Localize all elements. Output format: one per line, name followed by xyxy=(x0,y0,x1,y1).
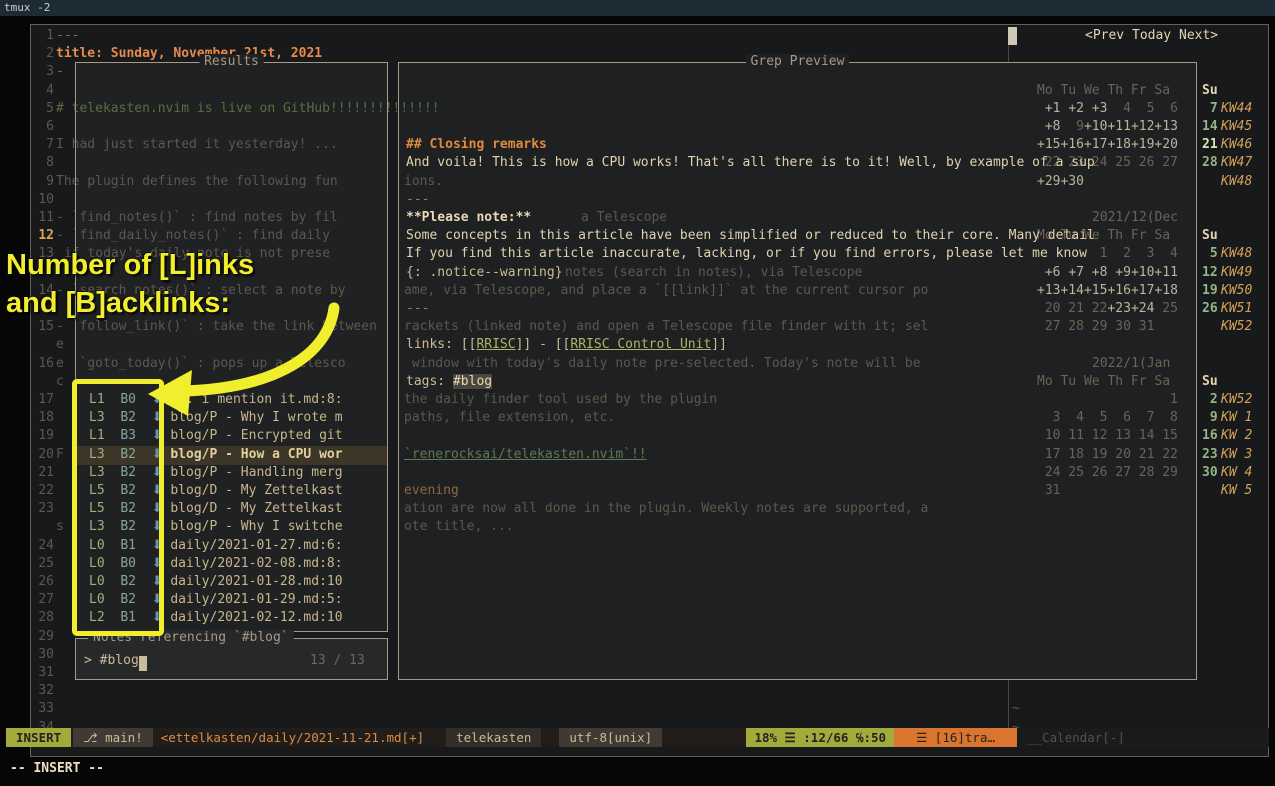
preview-line: {: .notice--warning} xyxy=(406,264,563,283)
preview-line: And voila! This is how a CPU works! That… xyxy=(406,154,1095,173)
file-encoding: utf-8[unix] xyxy=(559,728,662,747)
preview-line: ## Closing remarks xyxy=(406,136,547,155)
preview-line: links: [[RRISC]] - [[RRISC Control Unit]… xyxy=(406,336,727,355)
mode-indicator: INSERT xyxy=(6,728,71,747)
git-branch-indicator: ⎇ main! xyxy=(73,728,153,747)
calendar-window-status: __Calendar[-] xyxy=(1017,728,1269,747)
preview-line: tags: #blog xyxy=(406,373,492,392)
search-prompt-input[interactable]: > #blog xyxy=(84,653,139,668)
annotation-text-line1: Number of [L]inks xyxy=(6,249,254,282)
preview-line: --- xyxy=(406,191,429,210)
current-file-path: <ettelkasten/daily/2021-11-21.md[+] xyxy=(153,728,432,747)
results-window-title: Results xyxy=(199,54,264,70)
preview-line: Some concepts in this article have been … xyxy=(406,227,1095,246)
whitespace-warning-badge: ☰ [16]tra… xyxy=(894,728,1017,747)
preview-line: If you find this article inaccurate, lac… xyxy=(406,245,1087,264)
grep-preview-title: Grep Preview xyxy=(746,54,850,70)
preview-line: --- xyxy=(406,300,429,319)
preview-line: **Please note:** xyxy=(406,209,531,228)
statusline: INSERT ⎇ main! <ettelkasten/daily/2021-1… xyxy=(6,728,1269,747)
result-count: 13 / 13 xyxy=(310,653,365,668)
text-cursor xyxy=(139,656,147,671)
annotation-highlight-box xyxy=(72,379,164,636)
plugin-name-badge: telekasten xyxy=(446,728,541,747)
terminal-screen: tmux -2 12345678910111213141516171819202… xyxy=(0,0,1275,786)
vim-command-line: -- INSERT -- xyxy=(10,761,104,776)
cursor-position-ruler: 18% ☰ :12/66 ℅:50 xyxy=(746,728,894,747)
